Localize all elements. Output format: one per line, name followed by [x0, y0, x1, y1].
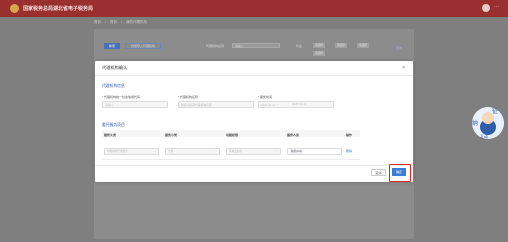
mascot-text-top: 征: [492, 107, 498, 115]
query-link[interactable]: 查询: [396, 46, 402, 50]
breadcrumb-item[interactable]: 首页: [94, 20, 101, 25]
service-minor-select: 全部 ⌄: [165, 148, 220, 155]
app-title: 国家税务总局湖北省电子税务局: [23, 6, 94, 12]
date-to: 2025-04-11: [292, 102, 307, 106]
mascot-icon[interactable]: 征 纳 互动: [470, 105, 506, 141]
highlight-box: [389, 164, 411, 182]
filter-name-input[interactable]: 请输入: [232, 43, 280, 48]
staff-select[interactable]: 陶某(414) ⌄: [287, 148, 342, 155]
tax-logo-icon: [10, 4, 19, 13]
filter-label-status: 状态: [296, 44, 303, 48]
service-period-label: * 服务时间: [258, 95, 273, 99]
close-icon[interactable]: ×: [402, 65, 405, 71]
permission-select: 查看及办理 ⌄: [226, 148, 281, 155]
filter-chip[interactable]: 请选择: [335, 43, 347, 48]
cancel-button[interactable]: 取消: [371, 169, 386, 176]
breadcrumb-item: 我的代理机构: [125, 20, 147, 24]
credit-code-label: * 代理机构统一社会信用代码: [102, 95, 141, 99]
filter-chip[interactable]: 请选择: [357, 43, 369, 48]
batch-import-button[interactable]: 批量导入代理机构: [125, 43, 161, 49]
dialog-header: 代理机构确认: [95, 61, 413, 76]
chevron-down-icon: ⌄: [214, 150, 217, 153]
agency-name-input: 将自动获取代理机构名称: [178, 101, 254, 108]
filter-chip[interactable]: 请选择: [313, 51, 325, 56]
staff-tag[interactable]: 陶某(414): [290, 150, 304, 154]
mascot-text-bottom: 互动: [480, 133, 488, 139]
chevron-down-icon: ⌄: [275, 150, 278, 153]
filter-label-name: 代理机构名称: [206, 44, 225, 48]
th-staff: 服务人员: [287, 133, 300, 137]
breadcrumb: 首页 / 首页 / 我的代理机构: [94, 20, 147, 25]
th-permission: 功能权限: [226, 133, 239, 137]
th-action: 操作: [346, 133, 353, 137]
divider: [95, 165, 413, 166]
th-major: 服务大类: [104, 133, 117, 137]
date-from: 2024-04-11: [261, 103, 276, 107]
credit-code-input[interactable]: 请输入: [102, 101, 168, 108]
chevron-down-icon: ⌄: [336, 150, 339, 153]
more-menu-icon[interactable]: ···: [494, 4, 499, 10]
chevron-down-icon: ⌄: [153, 150, 156, 153]
breadcrumb-item[interactable]: 首页: [110, 20, 117, 25]
top-bar: 国家税务总局湖北省电子税务局 ···: [0, 0, 508, 17]
agency-name-label: * 代理机构名称: [178, 95, 199, 99]
filter-chip[interactable]: 请选择: [313, 43, 325, 48]
section-title-agency-info: 代理机构信息: [102, 84, 125, 88]
date-separator: —: [276, 102, 279, 106]
dialog-title: 代理机构确认: [102, 65, 128, 70]
th-minor: 服务小类: [165, 133, 178, 137]
delete-link[interactable]: 删除: [346, 149, 352, 153]
add-button[interactable]: 新增: [104, 43, 120, 49]
section-title-service-items: 委托服务项目: [102, 123, 125, 127]
agency-confirm-dialog: 代理机构确认 × 代理机构信息 * 代理机构统一社会信用代码 请输入 * 代理机…: [95, 61, 413, 182]
avatar[interactable]: [482, 4, 490, 12]
service-major-select: 申报纳税代理服务 ⌄: [104, 148, 159, 155]
mascot-text-mid: 纳: [472, 119, 478, 127]
divider: [102, 159, 360, 160]
